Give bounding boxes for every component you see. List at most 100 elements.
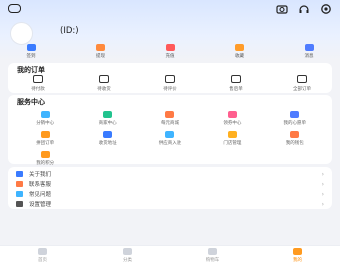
service-item-label: 我的心愿单 <box>283 121 307 126</box>
group-buy-icon <box>40 131 50 138</box>
settings-row-2[interactable]: 常见问题 › <box>8 189 332 199</box>
quick-action-2[interactable]: 充值 <box>149 44 191 62</box>
calendar-icon <box>26 44 36 51</box>
top-bar <box>8 3 332 17</box>
order-item-2[interactable]: 待评价 <box>146 75 194 92</box>
avatar[interactable] <box>10 22 33 45</box>
supplier-icon <box>165 131 175 138</box>
settings-row-1[interactable]: 联系客服 › <box>8 179 332 189</box>
coupon-icon <box>227 111 237 118</box>
service-item-label: 每元商城 <box>160 121 179 126</box>
tab-cart[interactable]: 购物车 <box>188 248 238 263</box>
service-item-7[interactable]: 供应商入驻 <box>139 131 201 146</box>
tab-category[interactable]: 分类 <box>103 248 153 263</box>
tab-home[interactable]: 首页 <box>18 248 68 263</box>
user-icon <box>293 248 302 255</box>
quick-action-label: 收藏 <box>235 54 244 59</box>
settings-icon[interactable] <box>320 3 332 15</box>
order-item-label: 售后单 <box>229 87 243 92</box>
service-item-label: 商家中心 <box>98 121 117 126</box>
service-item-3[interactable]: 领券中心 <box>201 111 263 126</box>
quick-action-label: 消息 <box>304 54 314 59</box>
tab-label: 我的 <box>293 258 302 263</box>
address-icon <box>103 131 113 138</box>
settings-row-label: 常见问题 <box>29 192 52 198</box>
quick-action-label: 签到 <box>26 54 36 59</box>
star-icon <box>235 44 244 51</box>
chevron-right-icon: › <box>321 180 324 188</box>
service-item-6[interactable]: 收货地址 <box>76 131 138 146</box>
my-orders-card: 我的订单 待付款 待收货 待评价 售后单 全部订单 <box>8 63 332 93</box>
service-item-label: 我的积分 <box>36 161 55 166</box>
settings-row-label: 设置管理 <box>29 202 52 208</box>
aftersale-icon <box>231 75 241 83</box>
service-item-label: 分销中心 <box>36 121 55 126</box>
faq-icon <box>16 191 23 197</box>
wishlist-icon <box>290 111 300 118</box>
chevron-right-icon: › <box>321 190 324 198</box>
order-item-0[interactable]: 待付款 <box>14 75 62 92</box>
points-icon <box>40 151 50 158</box>
wallet-icon <box>96 44 105 51</box>
service-item-10[interactable]: 我的积分 <box>14 151 76 166</box>
headset-icon[interactable] <box>298 3 310 15</box>
quick-action-0[interactable]: 签到 <box>10 44 52 62</box>
quick-action-3[interactable]: 收藏 <box>219 44 261 62</box>
tab-label: 购物车 <box>205 258 220 263</box>
settings-row-label: 联系客服 <box>29 182 52 188</box>
settings-row-3[interactable]: 设置管理 › <box>8 199 332 209</box>
camera-icon[interactable] <box>276 3 288 15</box>
settings-manage-icon <box>16 201 23 207</box>
tab-user[interactable]: 我的 <box>273 248 323 263</box>
settings-row-label: 关于我们 <box>29 172 52 178</box>
settings-row-0[interactable]: 关于我们 › <box>8 169 332 179</box>
profile-header: (ID:) 签到 提现 充值 收藏 消息 <box>0 0 340 60</box>
order-item-label: 待收货 <box>97 87 111 92</box>
orders-title: 我的订单 <box>17 66 45 74</box>
store-icon <box>103 111 113 118</box>
order-list-icon <box>297 75 307 83</box>
service-center-card: 服务中心 分销中心 商家中心 每元商城 领券中心 我的心愿单 拼团订单 收货地址 供应商入驻 门… <box>8 95 332 166</box>
service-item-label: 供应商入驻 <box>158 141 182 146</box>
quick-action-4[interactable]: 消息 <box>288 44 330 62</box>
service-item-9[interactable]: 我的钱包 <box>264 131 326 146</box>
category-icon <box>123 248 132 255</box>
service-item-1[interactable]: 商家中心 <box>76 111 138 126</box>
tab-label: 分类 <box>123 258 132 263</box>
order-item-label: 待付款 <box>31 87 45 92</box>
order-item-3[interactable]: 售后单 <box>212 75 260 92</box>
service-item-label: 拼团订单 <box>36 141 55 146</box>
truck-icon <box>99 75 109 83</box>
order-item-4[interactable]: 全部订单 <box>278 75 326 92</box>
service-item-label: 收货地址 <box>98 141 117 146</box>
quick-actions: 签到 提现 充值 收藏 消息 <box>10 44 330 62</box>
home-icon <box>38 248 47 255</box>
message-icon <box>304 44 314 51</box>
shop-manage-icon <box>227 131 237 138</box>
scan-icon[interactable] <box>8 4 21 13</box>
mall-icon <box>165 111 175 118</box>
service-item-2[interactable]: 每元商城 <box>139 111 201 126</box>
order-item-1[interactable]: 待收货 <box>80 75 128 92</box>
recharge-icon <box>165 44 175 51</box>
comment-icon <box>165 75 175 83</box>
service-item-8[interactable]: 门店管理 <box>201 131 263 146</box>
service-item-4[interactable]: 我的心愿单 <box>264 111 326 126</box>
chevron-right-icon: › <box>321 200 324 208</box>
service-item-label: 我的钱包 <box>285 141 304 146</box>
quick-action-label: 提现 <box>96 54 105 59</box>
distribution-icon <box>40 111 50 118</box>
orders-row: 待付款 待收货 待评价 售后单 全部订单 <box>14 75 326 92</box>
tab-bar: 首页 分类 购物车 我的 <box>0 245 340 265</box>
quick-action-1[interactable]: 提现 <box>80 44 122 62</box>
quick-action-label: 充值 <box>165 54 175 59</box>
service-item-0[interactable]: 分销中心 <box>14 111 76 126</box>
chevron-right-icon: › <box>321 170 324 178</box>
cart-icon <box>208 248 217 255</box>
service-item-5[interactable]: 拼团订单 <box>14 131 76 146</box>
service-item-label: 领券中心 <box>223 121 242 126</box>
top-right-icons <box>276 3 332 15</box>
service-icon <box>16 181 23 187</box>
order-item-label: 待评价 <box>163 87 177 92</box>
order-item-label: 全部订单 <box>293 87 311 92</box>
